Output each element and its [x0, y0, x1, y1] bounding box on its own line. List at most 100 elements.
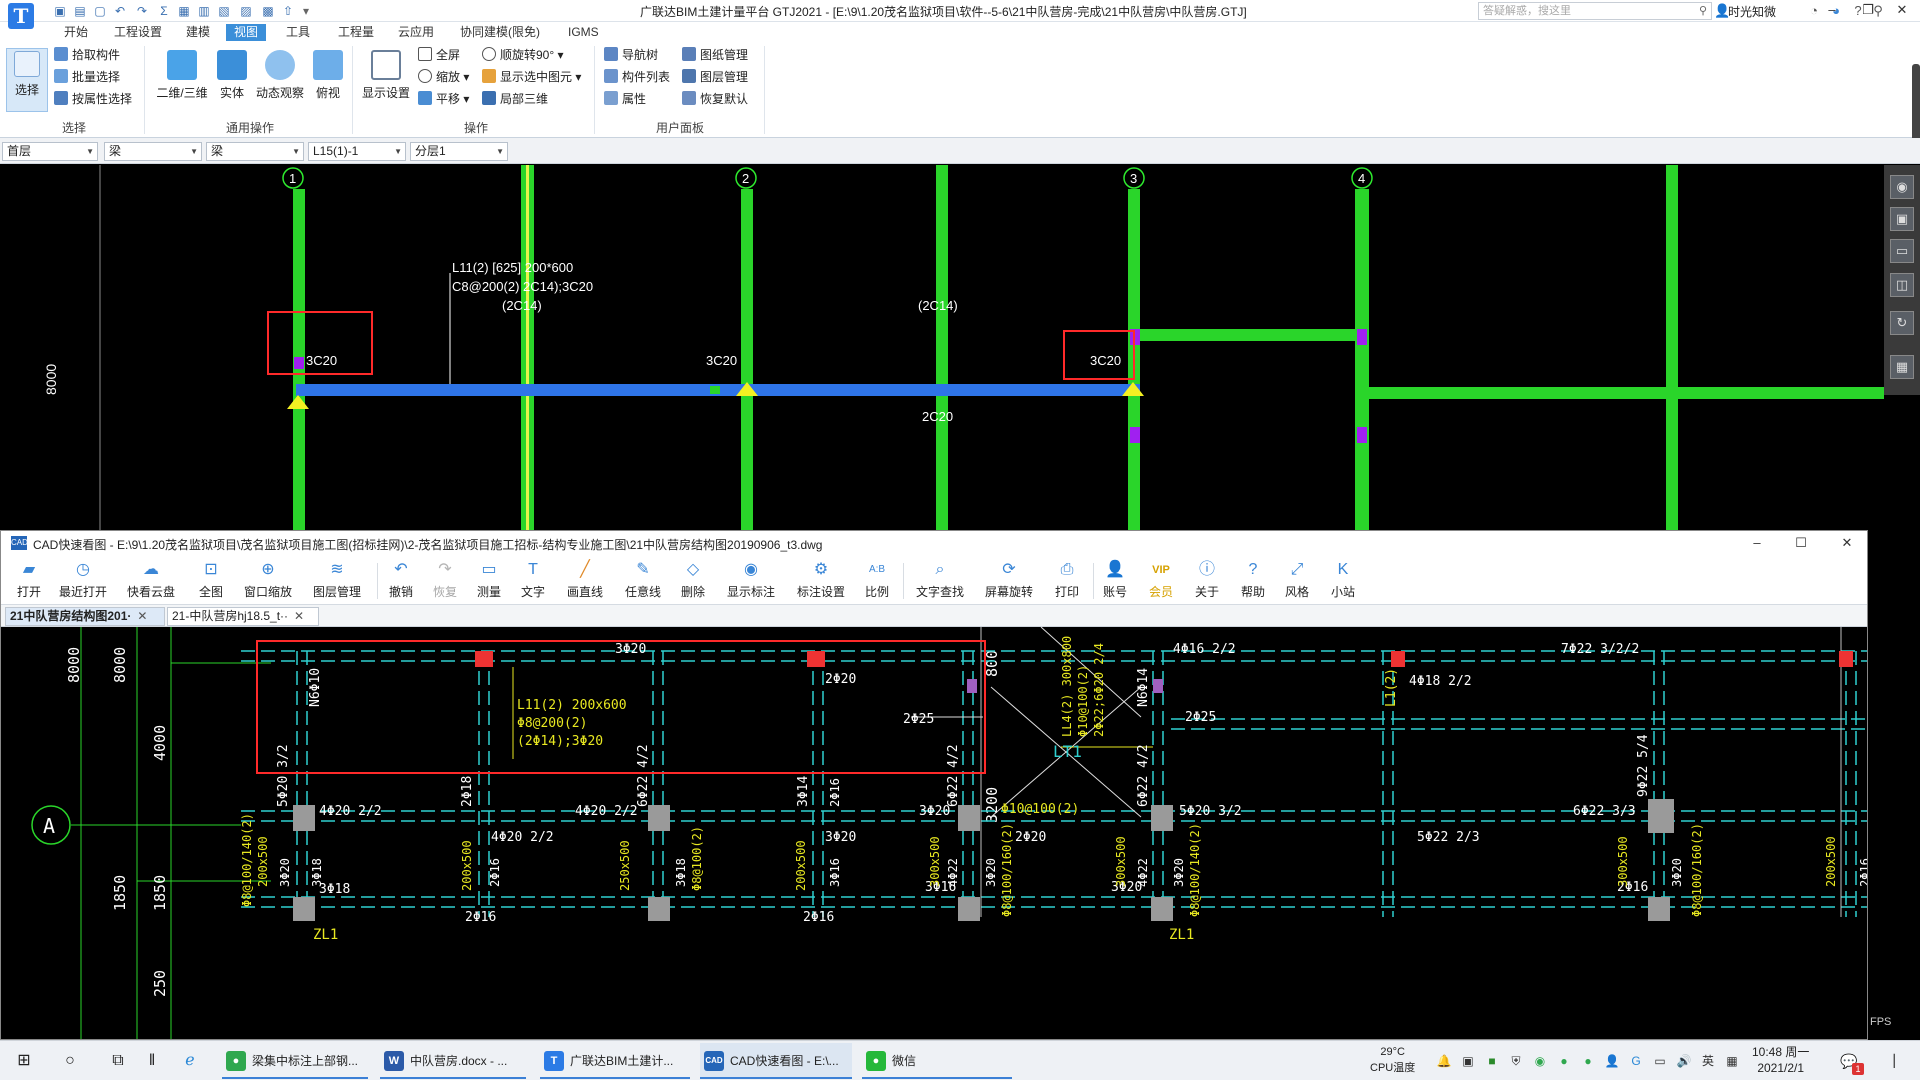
table-icon[interactable]: ▧ — [216, 3, 232, 19]
gtj-close-icon[interactable]: ✕ — [1888, 0, 1916, 20]
menu-start[interactable]: 开始 — [56, 24, 96, 41]
menu-cloud[interactable]: 云应用 — [390, 24, 442, 41]
drawing-manage-button[interactable]: 图纸管理 — [682, 46, 748, 64]
properties-button[interactable]: 属性 — [604, 90, 646, 108]
tray-app-icon[interactable]: ▣ — [1460, 1053, 1476, 1069]
show-dims-button[interactable]: ◉ 显示标注 — [723, 557, 779, 603]
display-icon[interactable]: ▭ — [1652, 1053, 1668, 1069]
text-search-button[interactable]: ⌕ 文字查找 — [913, 557, 967, 603]
component-name-select[interactable]: L15(1)-1 ▼ — [308, 142, 406, 161]
tray-chat-icon[interactable]: ● — [1580, 1053, 1596, 1069]
save-icon[interactable]: ▣ — [52, 3, 68, 19]
batch-select-button[interactable]: 批量选择 — [54, 68, 120, 86]
3d-tool-icon[interactable]: ▣ — [1890, 207, 1914, 231]
vip-button[interactable]: VIP 会员 — [1145, 557, 1177, 603]
close-icon[interactable]: ✕ — [294, 609, 304, 623]
mini-site-button[interactable]: K 小站 — [1327, 557, 1359, 603]
ime-grid-icon[interactable]: ▦ — [1724, 1053, 1740, 1069]
undo-button[interactable]: ↶ 撤销 — [385, 557, 417, 603]
tray-green-icon[interactable]: ◉ — [1532, 1053, 1548, 1069]
dynamic-view-button[interactable]: 动态观察 — [252, 48, 308, 112]
user-tray-icon[interactable]: 👤 — [1604, 1053, 1620, 1069]
layer-manage-button[interactable]: 图层管理 — [682, 68, 748, 86]
redo-button[interactable]: ↷ 恢复 — [429, 557, 461, 603]
task-view-icon[interactable]: ⧉ — [106, 1049, 130, 1073]
measure-button[interactable]: ▭ 测量 — [473, 557, 505, 603]
cad-drawing-canvas[interactable]: 8000 8000 4000 1850 1850 250 800 3200 A — [1, 627, 1867, 1039]
solid-button[interactable]: 实体 — [214, 48, 250, 112]
taskbar-app-word[interactable]: W 中队营房.docx - ... — [380, 1043, 526, 1079]
gtj-minimize-icon[interactable]: – — [1818, 0, 1846, 20]
ime-lang[interactable]: 英 — [1700, 1053, 1716, 1069]
gtj-search-input[interactable]: 答疑解惑，搜这里 ⚲ — [1478, 2, 1712, 20]
menu-tools[interactable]: 工具 — [278, 24, 318, 41]
taskbar-app-chrome[interactable]: ● 梁集中标注上部钢... — [222, 1043, 368, 1079]
cpu-temp-widget[interactable]: 29°C CPU温度 — [1370, 1044, 1415, 1076]
top-view-tool-icon[interactable]: ▭ — [1890, 239, 1914, 263]
print-button[interactable]: ⎙ 打印 — [1051, 557, 1083, 603]
cube-tool-icon[interactable]: ◫ — [1890, 273, 1914, 297]
shield-icon[interactable]: ⛨ — [1508, 1053, 1524, 1069]
nav-tree-button[interactable]: 导航树 — [604, 46, 658, 64]
cad-close-icon[interactable]: ✕ — [1833, 533, 1861, 553]
select-button[interactable]: 选择 — [6, 48, 48, 112]
zoom-button[interactable]: 缩放 ▾ — [418, 68, 469, 86]
taskbar-app-gtj[interactable]: T 广联达BIM土建计... — [540, 1043, 690, 1079]
check-icon[interactable]: ▥ — [196, 3, 212, 19]
component-subtype-select[interactable]: 梁 ▼ — [206, 142, 304, 161]
gtj-restore-icon[interactable]: ❐ — [1854, 0, 1882, 20]
orbit-tool-icon[interactable]: ◉ — [1890, 175, 1914, 199]
menu-view[interactable]: 视图 — [226, 24, 267, 41]
taskbar-app-cad[interactable]: CAD CAD快速看图 - E:\... — [700, 1043, 852, 1079]
local-3d-button[interactable]: 局部三维 — [482, 90, 548, 108]
account-button[interactable]: 👤 账号 — [1099, 557, 1131, 603]
search-icon[interactable]: ⚲ — [1699, 3, 1707, 19]
rotate-90-button[interactable]: 顺旋转90° ▾ — [482, 46, 564, 64]
rotate-tool-icon[interactable]: ↻ — [1890, 311, 1914, 335]
tool-icon[interactable]: ▩ — [260, 3, 276, 19]
pan-button[interactable]: 平移 ▾ — [418, 90, 469, 108]
layer-select[interactable]: 分层1 ▼ — [410, 142, 508, 161]
open-icon[interactable]: ▤ — [72, 3, 88, 19]
delete-button[interactable]: ◇ 删除 — [677, 557, 709, 603]
g-tray-icon[interactable]: G — [1628, 1053, 1644, 1069]
nvidia-icon[interactable]: ■ — [1484, 1053, 1500, 1069]
redo-icon[interactable]: ↷ — [134, 3, 150, 19]
cad-maximize-icon[interactable]: ☐ — [1787, 533, 1815, 553]
wechat-tray-icon[interactable]: ● — [1556, 1053, 1572, 1069]
cloud-drive-button[interactable]: ☁ 快看云盘 — [125, 557, 177, 603]
gtj-logo[interactable]: T — [8, 3, 34, 29]
show-selected-button[interactable]: 显示选中图元 ▾ — [482, 68, 581, 86]
pick-component-button[interactable]: 拾取构件 — [54, 46, 120, 64]
top-view-button[interactable]: 俯视 — [310, 48, 346, 112]
grid-tool-icon[interactable]: ▦ — [1890, 355, 1914, 379]
style-button[interactable]: ⤢ 风格 — [1281, 557, 1313, 603]
windows-start-icon[interactable]: ⊞ — [12, 1049, 36, 1073]
menu-modeling[interactable]: 建模 — [178, 24, 218, 41]
drawing-tab-1[interactable]: 21中队营房结构图201· ✕ — [5, 607, 165, 626]
show-desktop-icon[interactable]: ▕ — [1882, 1053, 1898, 1069]
undo-icon[interactable]: ↶ — [112, 3, 128, 19]
menu-collab[interactable]: 协同建模(限免) — [452, 24, 548, 41]
2d-3d-button[interactable]: 二维/三维 — [154, 48, 210, 112]
restore-default-button[interactable]: 恢复默认 — [682, 90, 748, 108]
display-settings-button[interactable]: 显示设置 — [358, 48, 414, 112]
menu-quantity[interactable]: 工程量 — [330, 24, 382, 41]
zoom-extents-button[interactable]: ⊡ 全图 — [193, 557, 229, 603]
scale-button[interactable]: A:B 比例 — [861, 557, 893, 603]
gtj-username[interactable]: 时光知微 — [1728, 3, 1776, 20]
cad-minimize-icon[interactable]: – — [1743, 533, 1771, 553]
menu-project-settings[interactable]: 工程设置 — [106, 24, 170, 41]
new-icon[interactable]: ▢ — [92, 3, 108, 19]
ie-browser-icon[interactable]: ℯ — [178, 1049, 202, 1073]
upload-icon[interactable]: ⇧ — [280, 3, 296, 19]
search-circle-icon[interactable]: ○ — [58, 1049, 82, 1073]
free-line-button[interactable]: ✎ 任意线 — [621, 557, 665, 603]
calc-icon[interactable]: ▨ — [238, 3, 254, 19]
volume-icon[interactable]: 🔊 — [1676, 1053, 1692, 1069]
window-zoom-button[interactable]: ⊕ 窗口缩放 — [241, 557, 295, 603]
floor-select[interactable]: 首层 ▼ — [2, 142, 98, 161]
drawing-tab-2[interactable]: 21-中队营房hj18.5_t·· ✕ — [167, 607, 319, 626]
bell-icon[interactable]: 🔔 — [1436, 1053, 1452, 1069]
quick-access-dropdown-icon[interactable]: ▾ — [298, 3, 314, 19]
